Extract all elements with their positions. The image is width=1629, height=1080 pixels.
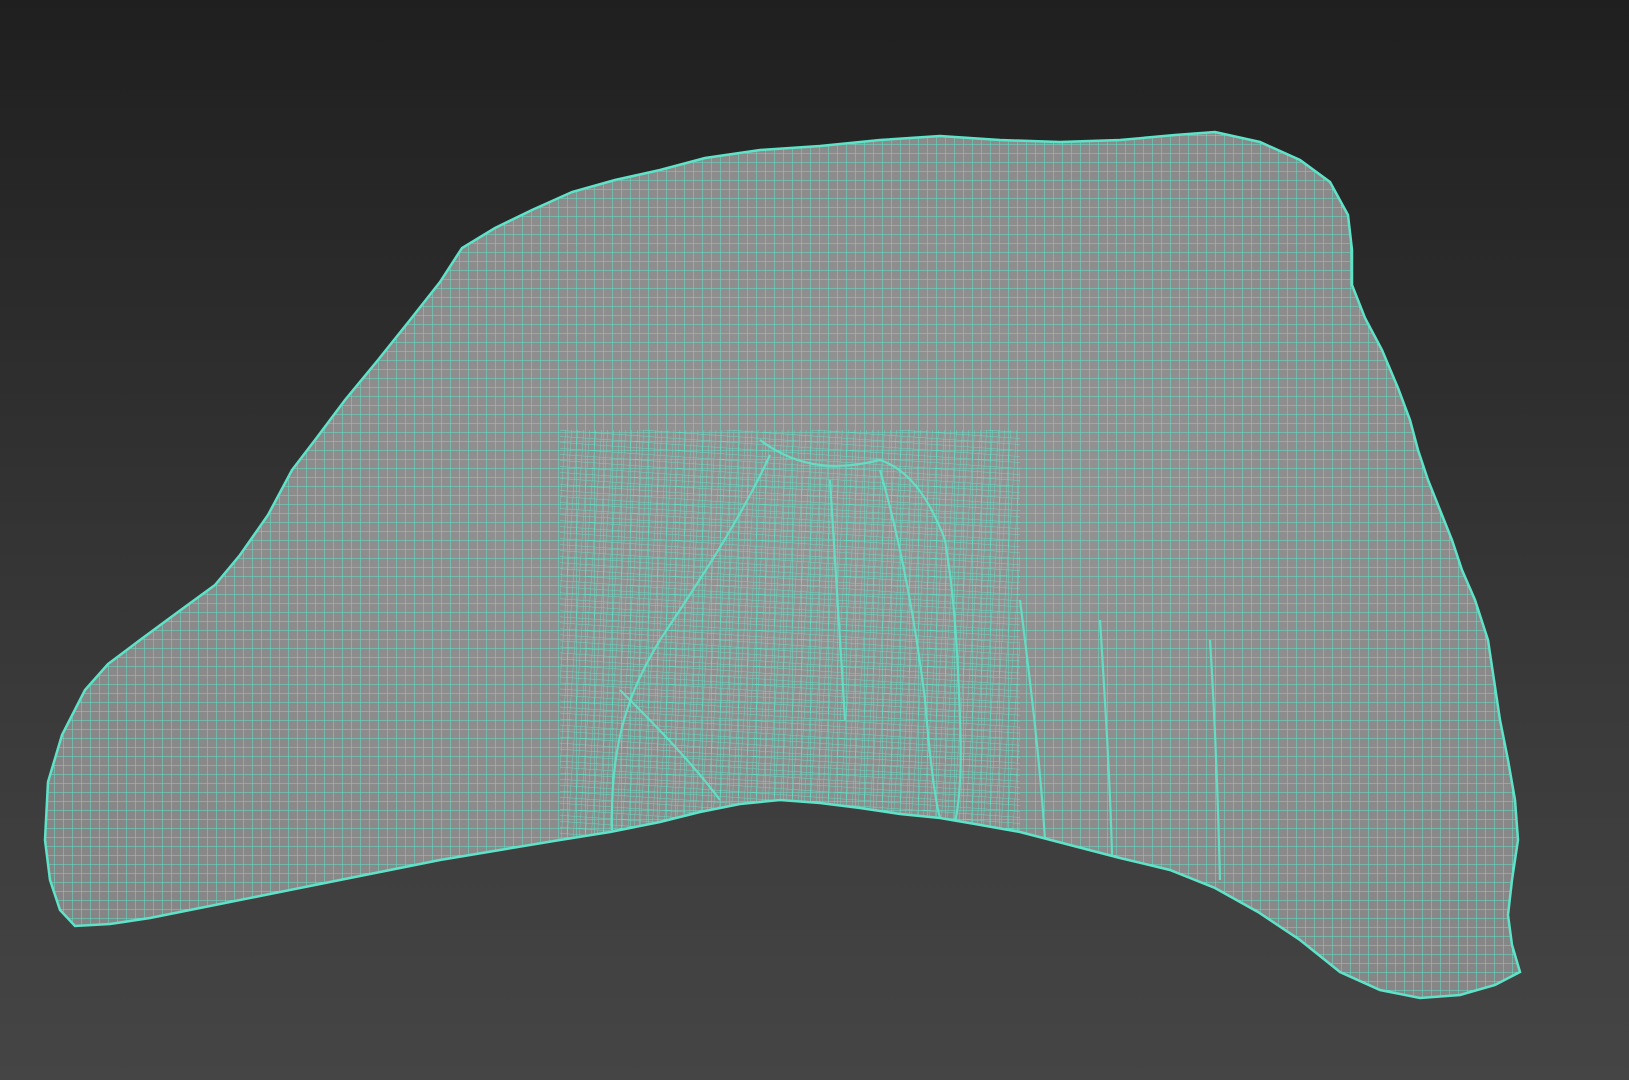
wireframe-mesh[interactable]	[0, 0, 1629, 1080]
3d-viewport[interactable]	[0, 0, 1629, 1080]
mesh-wire-grid-fine-region	[560, 430, 1020, 860]
viewport-canvas[interactable]	[0, 0, 1629, 1080]
